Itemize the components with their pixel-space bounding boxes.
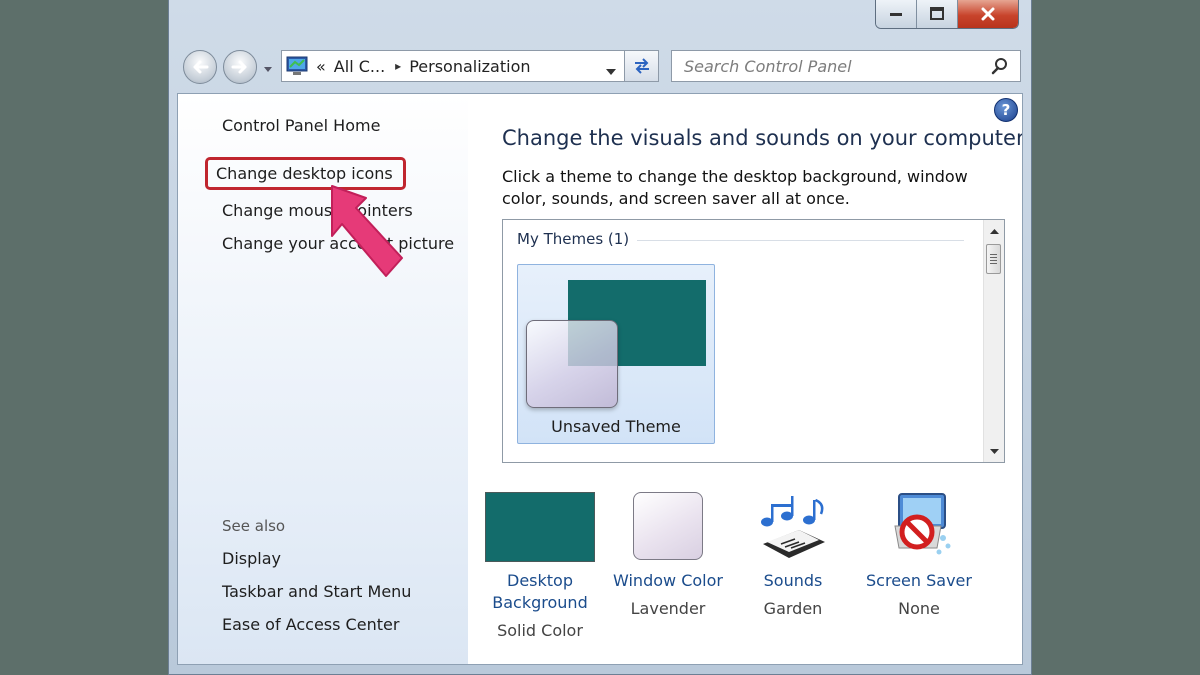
setting-value: Garden — [763, 599, 823, 618]
setting-title: Screen Saver — [866, 571, 972, 590]
address-dropdown-button[interactable] — [606, 60, 616, 79]
scroll-thumb[interactable] — [986, 244, 1001, 274]
maximize-icon — [930, 7, 944, 20]
breadcrumb-separator[interactable]: ▸ — [395, 59, 401, 73]
setting-value: None — [898, 599, 940, 618]
theme-name: Unsaved Theme — [551, 417, 681, 436]
personalization-window: « All C... ▸ Personalization Control Pan… — [168, 0, 1032, 675]
setting-value: Lavender — [630, 599, 706, 618]
search-box[interactable] — [671, 50, 1021, 82]
sounds-notes-icon — [761, 496, 825, 558]
breadcrumb-all-control-panel[interactable]: All C... — [334, 57, 385, 76]
minimize-button[interactable] — [876, 0, 917, 28]
see-also-heading: See also — [222, 517, 286, 535]
sidebar-link-ease-of-access[interactable]: Ease of Access Center — [222, 615, 399, 634]
scroll-up-button[interactable] — [984, 222, 1004, 240]
screen-saver-icon — [894, 493, 951, 555]
chevron-down-icon — [989, 448, 999, 454]
address-prefix: « — [316, 56, 326, 76]
sidebar-link-display[interactable]: Display — [222, 549, 281, 568]
close-icon — [981, 7, 995, 21]
help-icon: ? — [1001, 101, 1011, 119]
chevron-down-icon — [264, 66, 272, 72]
main-panel: ? Change the visuals and sounds on your … — [468, 94, 1023, 664]
setting-value: Solid Color — [497, 621, 583, 640]
breadcrumb-personalization[interactable]: Personalization — [409, 57, 530, 76]
theme-preview-window-color — [526, 320, 618, 408]
forward-button[interactable] — [223, 50, 257, 84]
theme-tile-unsaved[interactable]: Unsaved Theme — [517, 264, 715, 444]
navigation-toolbar: « All C... ▸ Personalization — [169, 42, 1031, 90]
address-bar[interactable]: « All C... ▸ Personalization — [281, 50, 625, 82]
refresh-button[interactable] — [625, 50, 659, 82]
sidebar-link-taskbar-start-menu[interactable]: Taskbar and Start Menu — [222, 582, 411, 601]
search-button[interactable] — [988, 54, 1012, 78]
back-button[interactable] — [183, 50, 217, 84]
themes-scrollbar[interactable] — [983, 220, 1004, 462]
page-title: Change the visuals and sounds on your co… — [502, 126, 1023, 150]
window-controls — [875, 0, 1019, 29]
search-input[interactable] — [682, 55, 988, 77]
annotation-arrow — [331, 185, 403, 277]
scroll-down-button[interactable] — [984, 442, 1004, 460]
setting-desktop-background[interactable]: Desktop Background Solid Color — [470, 492, 610, 642]
themes-list: My Themes (1) Unsaved Theme — [502, 219, 1005, 463]
task-sidebar: Control Panel Home Change desktop icons … — [178, 94, 468, 664]
setting-title: Window Color — [613, 571, 723, 590]
refresh-icon — [634, 58, 649, 74]
control-panel-icon — [286, 56, 308, 75]
setting-title: Desktop Background — [492, 571, 588, 612]
desktop-background-swatch — [485, 492, 595, 562]
minimize-icon — [890, 13, 902, 16]
search-icon — [991, 58, 1007, 75]
maximize-button[interactable] — [917, 0, 958, 28]
help-button[interactable]: ? — [994, 98, 1018, 122]
forward-arrow-icon — [231, 60, 247, 74]
setting-title: Sounds — [763, 571, 823, 590]
setting-screen-saver[interactable]: Screen Saver None — [849, 492, 989, 620]
sidebar-link-control-panel-home[interactable]: Control Panel Home — [222, 116, 380, 135]
window-color-swatch — [633, 492, 703, 560]
chevron-up-icon — [989, 228, 999, 234]
setting-sounds[interactable]: Sounds Garden — [723, 492, 863, 620]
chevron-down-icon — [606, 69, 616, 75]
page-description: Click a theme to change the desktop back… — [502, 167, 968, 208]
content-pane: Control Panel Home Change desktop icons … — [177, 93, 1023, 665]
group-divider — [637, 240, 964, 241]
close-button[interactable] — [958, 0, 1018, 28]
recent-pages-dropdown[interactable] — [263, 64, 273, 74]
group-label-my-themes[interactable]: My Themes (1) — [517, 230, 629, 248]
back-arrow-icon — [193, 60, 209, 74]
setting-window-color[interactable]: Window Color Lavender — [598, 492, 738, 620]
